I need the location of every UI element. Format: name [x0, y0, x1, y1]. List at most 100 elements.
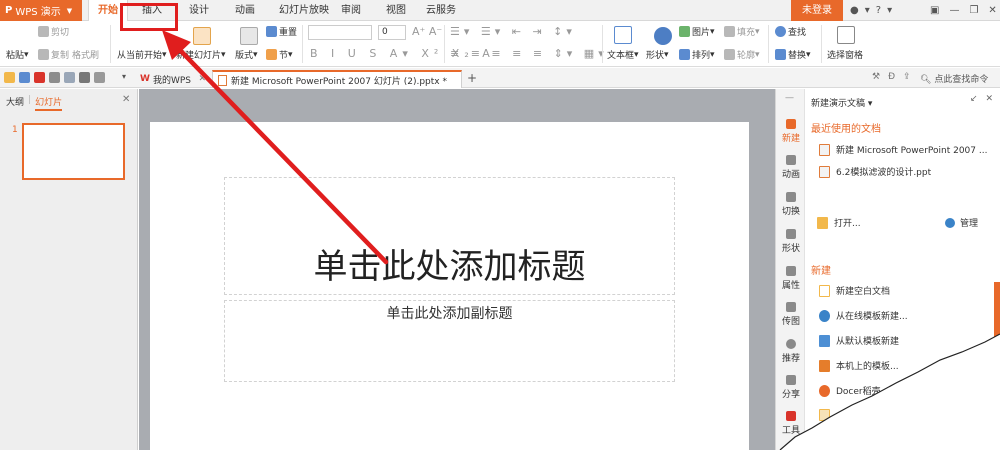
task-tab-upload-image[interactable]: 传图: [776, 302, 806, 327]
command-search[interactable]: 🔍︎ 点此查找命令: [920, 72, 988, 85]
local-template-item[interactable]: 本机上的模板...: [819, 359, 899, 372]
pin-icon[interactable]: ↙: [970, 94, 978, 104]
tab-my-wps[interactable]: W 我的WPS ✕: [135, 70, 211, 88]
tab-outline[interactable]: 大纲: [6, 95, 24, 111]
slide-thumbnail[interactable]: [22, 123, 125, 180]
picture-button[interactable]: 图片 ▾: [679, 25, 715, 38]
task-tab-upload-image-label: 传图: [781, 317, 800, 327]
font-name-select[interactable]: [308, 25, 372, 40]
shape-icon: [786, 229, 796, 239]
selection-pane-icon: [837, 26, 855, 44]
manage-label: 管理: [960, 219, 979, 229]
list-buttons[interactable]: ☰▾ ☰▾ ⇤ ⇥ ↕▾: [450, 25, 576, 38]
task-pane-tabs: — 新建 动画 切换 形状 属性 传图 推荐 分享 工具: [775, 89, 805, 450]
subtitle-placeholder[interactable]: 单击此处添加副标题: [224, 300, 675, 382]
tab-design[interactable]: 设计: [180, 0, 218, 21]
selection-pane-button[interactable]: 选择窗格: [827, 48, 863, 61]
paste-button[interactable]: 粘贴 ▾: [6, 48, 29, 62]
layout-button[interactable]: 版式 ▾: [235, 48, 258, 62]
maximize-icon[interactable]: ❐: [969, 5, 978, 16]
close-icon[interactable]: ✕: [198, 74, 206, 84]
ribbon-divider: [302, 25, 303, 63]
open-button[interactable]: 打开...: [817, 216, 861, 229]
reset-button[interactable]: 重置: [266, 25, 297, 38]
font-size-buttons[interactable]: A⁺ A⁻: [412, 25, 442, 38]
replace-icon: [775, 49, 786, 60]
from-current-button[interactable]: 从当前开始 ▾: [117, 48, 167, 62]
skin-icon[interactable]: ●: [850, 5, 859, 16]
toolbox-icon: [786, 411, 796, 421]
new-default-template-item[interactable]: 从默认模板新建: [819, 334, 899, 347]
format-painter-button[interactable]: 格式刷: [72, 48, 99, 61]
textbox-button[interactable]: 文本框 ▾: [607, 48, 639, 62]
task-tab-transition[interactable]: 切换: [776, 192, 806, 217]
new-online-template-item[interactable]: 从在线模板新建...: [819, 309, 908, 322]
customize-dropdown-icon[interactable]: ▾: [122, 72, 126, 81]
new-blank-item[interactable]: 新建空白文档: [819, 284, 890, 297]
arrange-button[interactable]: 排列 ▾: [679, 48, 715, 61]
tab-view[interactable]: 视图: [376, 0, 416, 21]
recent-doc-item[interactable]: 新建 Microsoft PowerPoint 2007 ...: [819, 143, 987, 156]
new-section-title: 新建: [811, 266, 831, 277]
app-menu-button[interactable]: P WPS 演示 ▼: [0, 0, 82, 21]
tab-current-document[interactable]: 新建 Microsoft PowerPoint 2007 幻灯片 (2).ppt…: [212, 70, 462, 88]
docer-item[interactable]: Docer稻壳...: [819, 384, 889, 397]
collapse-icon[interactable]: —: [785, 93, 794, 103]
task-tab-new[interactable]: 新建: [776, 119, 806, 144]
slide[interactable]: 单击此处添加标题 单击此处添加副标题: [150, 122, 749, 450]
wps-w-icon: W: [140, 74, 150, 84]
preview-icon[interactable]: [64, 72, 75, 83]
outline-button[interactable]: 轮廓 ▾: [724, 48, 760, 61]
title-placeholder[interactable]: 单击此处添加标题: [224, 177, 675, 295]
tab-review[interactable]: 审阅: [336, 0, 366, 21]
shirt-icon[interactable]: ▾: [865, 5, 870, 16]
task-tab-shape[interactable]: 形状: [776, 229, 806, 254]
redo-icon[interactable]: [94, 72, 105, 83]
qr-item[interactable]: [819, 409, 836, 421]
tab-animation[interactable]: 动画: [226, 0, 264, 21]
recent-doc-item[interactable]: 6.2模拟滤波的设计.ppt: [819, 165, 931, 178]
open-icon[interactable]: [4, 72, 15, 83]
shape-button[interactable]: 形状 ▾: [646, 48, 669, 62]
align-buttons[interactable]: ≡ ≡ ≡ ≡ ≡ ⇕▾ ▦▾: [450, 47, 608, 60]
new-slide-button[interactable]: 新建幻灯片 ▾: [176, 48, 226, 62]
tab-cloud[interactable]: 云服务: [418, 0, 464, 21]
minimize-icon[interactable]: —: [949, 5, 959, 16]
doc-icon[interactable]: Ð: [888, 72, 895, 82]
fill-button[interactable]: 填充 ▾: [724, 25, 760, 38]
font-size-select[interactable]: 0: [378, 25, 406, 40]
task-tab-share[interactable]: 分享: [776, 375, 806, 400]
manage-button[interactable]: 管理: [945, 216, 978, 229]
help-icon[interactable]: ?: [876, 5, 881, 16]
task-tab-tools[interactable]: 工具: [776, 411, 806, 436]
login-button[interactable]: 未登录: [791, 0, 843, 21]
share-icon[interactable]: ⇪: [903, 72, 911, 82]
task-pane-header[interactable]: 新建演示文稿 ▾: [811, 96, 872, 109]
side-expand-handle[interactable]: [994, 282, 1000, 338]
cut-button[interactable]: 剪切: [38, 25, 69, 38]
section-button[interactable]: 节 ▾: [266, 48, 293, 61]
tool-icon[interactable]: ⚒: [872, 72, 880, 82]
close-icon[interactable]: ✕: [122, 94, 130, 105]
task-tab-transition-label: 切换: [781, 207, 800, 217]
add-tab-button[interactable]: +: [467, 71, 477, 85]
replace-button[interactable]: 替换 ▾: [775, 48, 811, 61]
save-icon[interactable]: [19, 72, 30, 83]
copy-button[interactable]: 复制: [38, 48, 69, 61]
restore-icon[interactable]: ▣: [930, 5, 939, 16]
print-icon[interactable]: [49, 72, 60, 83]
task-tab-properties[interactable]: 属性: [776, 266, 806, 291]
close-icon[interactable]: ✕: [986, 94, 994, 104]
export-pdf-icon[interactable]: [34, 72, 45, 83]
task-tab-recommend[interactable]: 推荐: [776, 339, 806, 364]
task-tab-animation[interactable]: 动画: [776, 155, 806, 180]
new-blank-icon: [819, 284, 830, 297]
tab-slideshow[interactable]: 幻灯片放映: [272, 0, 336, 21]
more-icon[interactable]: ▾: [887, 5, 892, 16]
undo-icon[interactable]: [79, 72, 90, 83]
close-icon[interactable]: ✕: [988, 5, 996, 16]
tab-slides[interactable]: 幻灯片: [35, 95, 63, 111]
slide-number: 1: [12, 125, 18, 135]
find-button[interactable]: 查找: [775, 25, 806, 38]
outline-label: 轮廓: [737, 51, 756, 61]
